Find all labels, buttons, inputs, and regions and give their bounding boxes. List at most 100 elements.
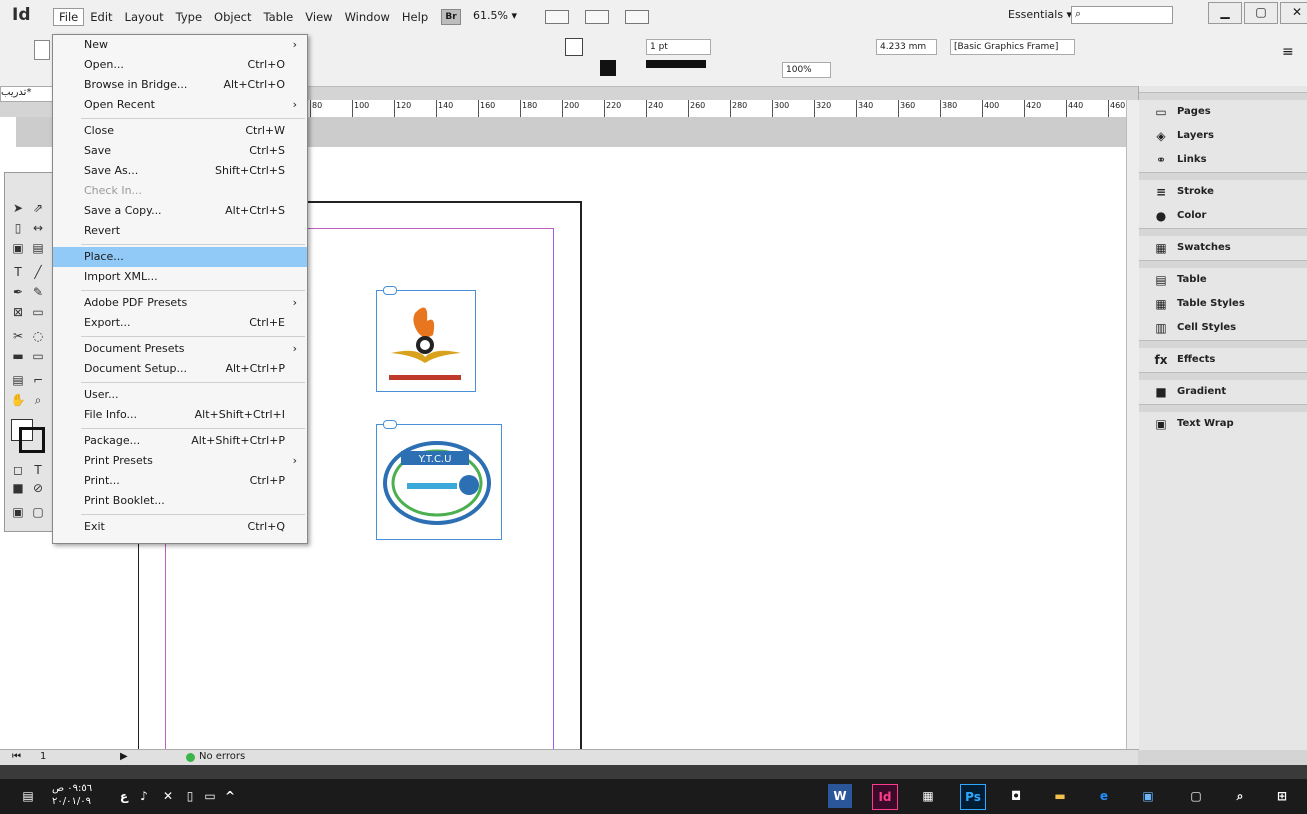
file-menu-item-browse-in-bridge[interactable]: Browse in Bridge... Alt+Ctrl+O xyxy=(53,75,307,95)
formatting-container-icon[interactable]: ◻ xyxy=(10,463,26,477)
file-menu-item-file-info[interactable]: File Info... Alt+Shift+Ctrl+I xyxy=(53,405,307,425)
file-menu-item-export[interactable]: Export... Ctrl+E xyxy=(53,313,307,333)
volume-icon[interactable]: ♪ xyxy=(132,784,156,808)
content-collector-icon[interactable]: ▣ xyxy=(10,241,26,255)
search-input[interactable]: ⌕ xyxy=(1071,6,1173,24)
file-menu-item-document-setup[interactable]: Document Setup... Alt+Ctrl+P xyxy=(53,359,307,379)
file-menu-item-place[interactable]: Place... xyxy=(53,247,307,267)
stroke-type-swatch[interactable] xyxy=(646,60,706,68)
media-app-icon[interactable]: ▦ xyxy=(916,784,940,808)
indesign-app-icon[interactable]: Id xyxy=(872,784,898,810)
menu-type[interactable]: Type xyxy=(170,8,208,26)
menu-view[interactable]: View xyxy=(299,8,338,26)
bridge-button[interactable]: Br xyxy=(441,9,461,25)
normal-view-icon[interactable]: ▣ xyxy=(10,505,26,519)
vertical-scrollbar[interactable] xyxy=(1126,100,1139,749)
panel-table-styles[interactable]: ▦ Table Styles xyxy=(1139,292,1307,316)
file-menu-item-print[interactable]: Print... Ctrl+P xyxy=(53,471,307,491)
type-tool-icon[interactable]: T xyxy=(10,265,26,279)
preflight-status[interactable]: No errors xyxy=(199,751,245,762)
desktop-app-icon[interactable]: ▣ xyxy=(1136,784,1160,808)
page-tool-icon[interactable]: ▯ xyxy=(10,221,26,235)
line-tool-icon[interactable]: ╱ xyxy=(30,265,46,279)
link-badge-icon[interactable] xyxy=(383,420,397,429)
network-icon[interactable]: ✕ xyxy=(156,784,180,808)
panel-stroke[interactable]: ≡ Stroke xyxy=(1139,180,1307,204)
file-explorer-icon[interactable]: ▬ xyxy=(1048,784,1072,808)
arrange-documents-icon[interactable] xyxy=(625,10,649,24)
rectangle-tool-icon[interactable]: ▭ xyxy=(30,305,46,319)
panel-group-grip[interactable] xyxy=(1139,92,1307,100)
note-tool-icon[interactable]: ▤ xyxy=(10,373,26,387)
menu-layout[interactable]: Layout xyxy=(119,8,170,26)
document-tab[interactable]: تدريب* xyxy=(0,86,54,102)
panel-group-grip[interactable] xyxy=(1139,404,1307,412)
file-menu-item-open-recent[interactable]: Open Recent › xyxy=(53,95,307,115)
pen-tool-icon[interactable]: ✒ xyxy=(10,285,26,299)
notification-icon[interactable]: ▤ xyxy=(16,784,40,808)
zoom-tool-icon[interactable]: ⌕ xyxy=(30,393,46,407)
file-menu-item-save-a-copy[interactable]: Save a Copy... Alt+Ctrl+S xyxy=(53,201,307,221)
scale-field[interactable]: 100% xyxy=(782,62,831,78)
eyedropper-tool-icon[interactable]: ⌐ xyxy=(30,373,46,387)
panel-gradient[interactable]: ■ Gradient xyxy=(1139,380,1307,404)
file-menu-item-exit[interactable]: Exit Ctrl+Q xyxy=(53,517,307,537)
stroke-swatch-icon[interactable] xyxy=(600,60,616,76)
file-menu-item-new[interactable]: New › xyxy=(53,35,307,55)
preview-mode-icon[interactable]: ▢ xyxy=(30,505,46,519)
menu-object[interactable]: Object xyxy=(208,8,257,26)
free-transform-tool-icon[interactable]: ◌ xyxy=(30,329,46,343)
hand-tool-icon[interactable]: ✋ xyxy=(10,393,26,407)
panel-pages[interactable]: ▭ Pages xyxy=(1139,100,1307,124)
apply-none-icon[interactable]: ⊘ xyxy=(30,481,46,495)
panel-group-grip[interactable] xyxy=(1139,172,1307,180)
panel-effects[interactable]: fx Effects xyxy=(1139,348,1307,372)
gradient-swatch-tool-icon[interactable]: ▬ xyxy=(10,349,26,363)
rectangle-frame-tool-icon[interactable]: ⊠ xyxy=(10,305,26,319)
clock[interactable]: ٠٩:٥٦ ص ٢٠/٠١/٠٩ xyxy=(52,782,92,808)
next-page-icon[interactable]: ▶ xyxy=(120,751,128,762)
workspace-switcher[interactable]: Essentials ▾ xyxy=(1008,8,1072,21)
file-menu-item-save[interactable]: Save Ctrl+S xyxy=(53,141,307,161)
pencil-tool-icon[interactable]: ✎ xyxy=(30,285,46,299)
word-app-icon[interactable]: W xyxy=(828,784,852,808)
panel-cell-styles[interactable]: ▥ Cell Styles xyxy=(1139,316,1307,340)
close-button[interactable]: ✕ xyxy=(1280,2,1307,24)
panel-table[interactable]: ▤ Table xyxy=(1139,268,1307,292)
file-menu-item-save-as[interactable]: Save As... Shift+Ctrl+S xyxy=(53,161,307,181)
panel-swatches[interactable]: ▦ Swatches xyxy=(1139,236,1307,260)
edge-browser-icon[interactable]: e xyxy=(1092,784,1116,808)
menu-help[interactable]: Help xyxy=(396,8,434,26)
direct-selection-tool-icon[interactable]: ⇗ xyxy=(30,201,46,215)
panel-group-grip[interactable] xyxy=(1139,372,1307,380)
content-placer-icon[interactable]: ▤ xyxy=(30,241,46,255)
reference-point-icon[interactable] xyxy=(34,40,50,60)
gap-tool-icon[interactable]: ↔ xyxy=(30,221,46,235)
file-menu-item-adobe-pdf-presets[interactable]: Adobe PDF Presets › xyxy=(53,293,307,313)
object-style-select[interactable]: [Basic Graphics Frame] xyxy=(950,39,1075,55)
stroke-swatch-icon[interactable] xyxy=(19,427,45,453)
graphic-frame-logo-2[interactable]: Y.T.C.U xyxy=(376,420,502,540)
maximize-button[interactable]: ▢ xyxy=(1244,2,1278,24)
measure-field[interactable]: 4.233 mm xyxy=(876,39,937,55)
file-menu-item-close[interactable]: Close Ctrl+W xyxy=(53,121,307,141)
file-menu-item-package[interactable]: Package... Alt+Shift+Ctrl+P xyxy=(53,431,307,451)
apply-color-icon[interactable]: ■ xyxy=(10,481,26,495)
panel-menu-icon[interactable]: ≡ xyxy=(1282,44,1294,60)
file-menu-item-open[interactable]: Open... Ctrl+O xyxy=(53,55,307,75)
file-menu-item-import-xml[interactable]: Import XML... xyxy=(53,267,307,287)
minimize-button[interactable]: ▁ xyxy=(1208,2,1242,24)
panel-text-wrap[interactable]: ▣ Text Wrap xyxy=(1139,412,1307,436)
panel-group-grip[interactable] xyxy=(1139,260,1307,268)
link-badge-icon[interactable] xyxy=(383,286,397,295)
photoshop-app-icon[interactable]: Ps xyxy=(960,784,986,810)
stroke-weight-field[interactable]: 1 pt xyxy=(646,39,711,55)
file-menu-item-document-presets[interactable]: Document Presets › xyxy=(53,339,307,359)
panel-layers[interactable]: ◈ Layers xyxy=(1139,124,1307,148)
menu-window[interactable]: Window xyxy=(339,8,396,26)
menu-file[interactable]: File xyxy=(53,8,85,26)
tray-expand-icon[interactable]: ^ xyxy=(218,784,242,808)
search-taskbar-icon[interactable]: ⌕ xyxy=(1228,784,1252,808)
panel-links[interactable]: ⚭ Links xyxy=(1139,148,1307,172)
menu-table[interactable]: Table xyxy=(258,8,300,26)
